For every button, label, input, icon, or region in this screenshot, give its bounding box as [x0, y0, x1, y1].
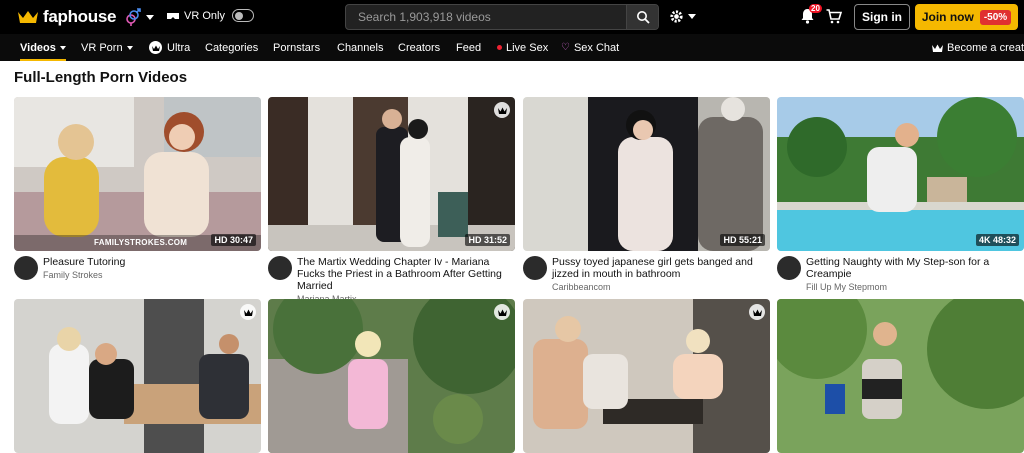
channel-avatar[interactable]: [777, 256, 801, 280]
nav-pornstars[interactable]: Pornstars: [273, 34, 320, 61]
video-thumbnail[interactable]: [14, 299, 261, 453]
chevron-down-icon: [146, 14, 154, 20]
channel-name[interactable]: Caribbeancom: [552, 282, 770, 292]
page-title: Full-Length Porn Videos: [14, 69, 188, 86]
gear-icon: [670, 10, 683, 23]
nav-categories[interactable]: Categories: [205, 34, 258, 61]
premium-crown-badge-icon: [749, 304, 765, 320]
join-now-label: Join now: [921, 10, 974, 24]
channel-name[interactable]: Family Strokes: [43, 270, 125, 280]
premium-crown-badge-icon: [494, 102, 510, 118]
nav-creators[interactable]: Creators: [398, 34, 440, 61]
thumbnail-image: [268, 299, 515, 453]
search-bar: [345, 4, 659, 30]
video-card[interactable]: [777, 299, 1024, 453]
brand-name: faphouse: [43, 7, 117, 26]
video-thumbnail[interactable]: 4K 48:32: [777, 97, 1024, 251]
gender-icon: [126, 8, 141, 26]
site-logo[interactable]: faphouse: [17, 7, 116, 27]
video-card[interactable]: HD 55:21 Pussy toyed japanese girl gets …: [523, 97, 770, 292]
video-thumbnail[interactable]: [268, 299, 515, 453]
channel-name[interactable]: Fill Up My Stepmom: [806, 282, 1024, 292]
search-input[interactable]: [346, 5, 626, 29]
channel-avatar[interactable]: [523, 256, 547, 280]
nav-videos[interactable]: Videos: [20, 34, 66, 61]
video-thumbnail[interactable]: [777, 299, 1024, 453]
video-card[interactable]: [523, 299, 770, 453]
thumbnail-image: [14, 299, 261, 453]
video-duration: HD 55:21: [720, 234, 765, 246]
vr-only-label: VR Only: [184, 9, 225, 22]
vr-only-switch[interactable]: [231, 9, 254, 22]
nav-vr-porn-label: VR Porn: [81, 41, 123, 54]
video-meta: Pleasure Tutoring Family Strokes: [14, 256, 261, 280]
vr-only-toggle[interactable]: VR Only: [166, 9, 254, 22]
nav-vr-porn[interactable]: VR Porn: [81, 34, 133, 61]
video-title[interactable]: The Martix Wedding Chapter Iv - Mariana …: [297, 256, 515, 292]
nav-ultra-label: Ultra: [167, 41, 191, 54]
nav-sex-chat-label: Sex Chat: [573, 41, 620, 54]
sign-in-button[interactable]: Sign in: [854, 4, 910, 30]
settings-menu[interactable]: [669, 9, 696, 24]
thumbnail-image: [268, 97, 515, 251]
top-bar: faphouse VR Only Search 1,903,918 videos…: [0, 0, 1024, 34]
video-thumbnail[interactable]: [523, 299, 770, 453]
search-button[interactable]: [626, 5, 658, 29]
video-title[interactable]: Getting Naughty with My Step-son for a C…: [806, 256, 1024, 280]
notification-count-badge: 20: [809, 4, 822, 13]
chevron-down-icon: [688, 14, 696, 19]
channel-avatar[interactable]: [14, 256, 38, 280]
main-nav: Videos VR Porn Ultra Categories Pornstar…: [0, 34, 1024, 61]
video-meta: Getting Naughty with My Step-son for a C…: [777, 256, 1024, 292]
gender-selector[interactable]: [124, 8, 154, 26]
search-icon: [636, 11, 650, 24]
join-now-button[interactable]: Join now -50%: [915, 4, 1018, 30]
video-meta: Pussy toyed japanese girl gets banged an…: [523, 256, 770, 292]
video-card[interactable]: FAMILYSTROKES.COM HD 30:47 Pleasure Tuto…: [14, 97, 261, 280]
nav-live-sex-label: Live Sex: [506, 41, 549, 54]
video-meta: The Martix Wedding Chapter Iv - Mariana …: [268, 256, 515, 304]
live-dot-icon: [497, 45, 502, 50]
thumbnail-image: [523, 97, 770, 251]
vr-goggles-icon: [167, 12, 179, 19]
thumbnail-image: [523, 299, 770, 453]
chevron-down-icon: [126, 45, 133, 50]
crown-logo-icon: [18, 11, 38, 23]
video-thumbnail[interactable]: HD 55:21: [523, 97, 770, 251]
nav-videos-label: Videos: [20, 41, 56, 54]
premium-crown-badge-icon: [494, 304, 510, 320]
nav-feed[interactable]: Feed: [456, 34, 481, 61]
become-creator-link[interactable]: Become a creator: [932, 34, 1024, 61]
video-card[interactable]: [14, 299, 261, 453]
video-thumbnail[interactable]: HD 31:52: [268, 97, 515, 251]
nav-live-sex[interactable]: Live Sex: [497, 34, 548, 61]
video-card[interactable]: HD 31:52 The Martix Wedding Chapter Iv -…: [268, 97, 515, 304]
nav-ultra[interactable]: Ultra: [149, 34, 190, 61]
crown-icon: [932, 44, 943, 52]
chevron-down-icon: [59, 45, 66, 50]
video-title[interactable]: Pussy toyed japanese girl gets banged an…: [552, 256, 770, 280]
heart-chat-icon: ♡: [561, 42, 570, 53]
ultra-crown-icon: [149, 41, 162, 54]
video-card[interactable]: [268, 299, 515, 453]
channel-watermark: FAMILYSTROKES.COM: [94, 238, 188, 247]
video-duration: HD 31:52: [465, 234, 510, 246]
video-duration: HD 30:47: [211, 234, 256, 246]
discount-badge: -50%: [979, 9, 1012, 25]
video-title[interactable]: Pleasure Tutoring: [43, 256, 125, 268]
channel-avatar[interactable]: [268, 256, 292, 280]
cart-icon: [826, 9, 843, 24]
video-thumbnail[interactable]: FAMILYSTROKES.COM HD 30:47: [14, 97, 261, 251]
video-duration: 4K 48:32: [975, 234, 1019, 246]
cart-button[interactable]: [826, 9, 843, 29]
video-card[interactable]: 4K 48:32 Getting Naughty with My Step-so…: [777, 97, 1024, 292]
become-creator-label: Become a creator: [947, 41, 1024, 54]
nav-channels[interactable]: Channels: [337, 34, 383, 61]
thumbnail-image: [14, 97, 261, 251]
thumbnail-image: [777, 97, 1024, 251]
thumbnail-image: [777, 299, 1024, 453]
nav-sex-chat[interactable]: ♡ Sex Chat: [561, 34, 619, 61]
premium-crown-badge-icon: [240, 304, 256, 320]
